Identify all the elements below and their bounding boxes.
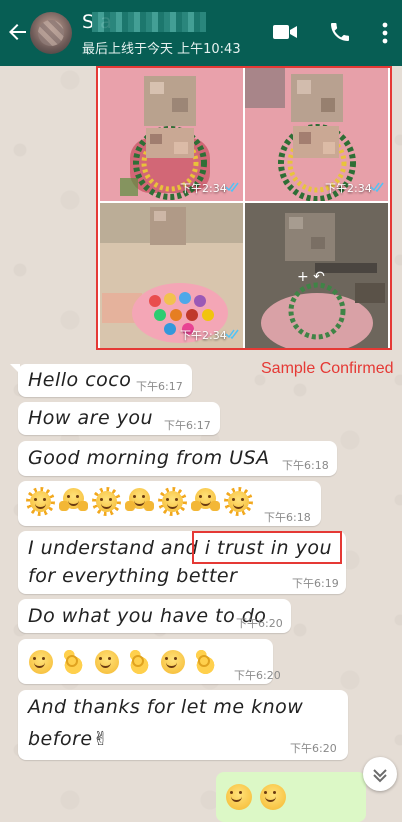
emoji-row [26,487,253,516]
photo-4-image: + ↶ [245,203,388,348]
message-time: 下午6:19 [292,577,339,590]
sun-with-face-icon [92,487,121,516]
message-time: 下午6:17 [136,380,183,393]
highlight-box [192,531,342,564]
kissing-face-icon [258,782,287,811]
photo-3-time: 下午2:34 [180,329,227,342]
contact-name-redaction [92,12,206,32]
chat-header: S a 最后上线于今天 上午10:43 [0,0,402,66]
sun-with-face-icon [158,487,187,516]
message-bubble[interactable]: 下午6:18 [18,481,321,526]
ok-hand-icon [191,647,220,676]
message-text: How are you [28,407,154,429]
message-bubble[interactable]: 下午6:20 [18,639,281,684]
smiling-face-icon [92,647,121,676]
photo-2[interactable]: 下午2:34 [245,68,388,201]
photo-grid-message[interactable]: 下午2:34 下午2:34 下午2:34 + ↶ [96,66,392,350]
emoji-row [26,647,220,676]
message-time: 下午6:20 [234,669,281,682]
sample-confirmed-annotation: Sample Confirmed [261,360,394,377]
outgoing-message-bubble[interactable] [216,772,366,822]
photo-1-time: 下午2:34 [180,182,227,195]
message-time: 下午6:20 [236,617,283,630]
message-text: Do what you have to do [28,605,267,627]
blushing-face-icon [224,782,253,811]
message-bubble[interactable]: Hello coco 下午6:17 [10,364,192,397]
read-receipt-icon [225,329,239,339]
ok-hand-icon [59,647,88,676]
back-arrow-icon[interactable] [6,18,30,46]
message-time: 下午6:18 [282,459,329,472]
ok-hand-icon [125,647,154,676]
hugging-face-icon [191,487,220,516]
message-text-line-2: before✌ [28,728,109,750]
message-text: Hello coco [28,369,132,391]
read-receipt-icon [370,182,384,192]
message-time: 下午6:18 [264,511,311,524]
last-seen-status: 最后上线于今天 上午10:43 [82,42,241,57]
photo-4[interactable]: + ↶ [245,203,388,348]
photo-3[interactable]: 下午2:34 [100,203,243,348]
phone-call-icon[interactable] [328,20,352,44]
message-text-line-1: And thanks for let me know [28,696,304,718]
message-time: 下午6:20 [290,742,337,755]
video-call-icon[interactable] [272,22,298,42]
photo-1[interactable]: 下午2:34 [100,68,243,201]
sun-with-face-icon [26,487,55,516]
avatar[interactable] [30,12,72,54]
message-bubble[interactable]: Do what you have to do 下午6:20 [18,599,291,633]
hugging-face-icon [125,487,154,516]
more-vertical-icon[interactable] [381,22,389,44]
hugging-face-icon [59,487,88,516]
chevron-down-icon [373,769,387,783]
photo-2-time: 下午2:34 [325,182,372,195]
message-text-line-2: for everything better [28,565,238,587]
sun-with-face-icon [224,487,253,516]
message-bubble[interactable]: And thanks for let me know before✌ 下午6:2… [18,690,348,760]
read-receipt-icon [225,182,239,192]
message-bubble[interactable]: Good morning from USA 下午6:18 [18,441,337,476]
svg-text:+ ↶: + ↶ [297,269,325,285]
message-time: 下午6:17 [164,419,211,432]
message-text: Good morning from USA [28,447,270,469]
smiling-face-icon [26,647,55,676]
scroll-to-bottom-button[interactable] [363,757,397,791]
message-bubble[interactable]: How are you 下午6:17 [18,402,220,435]
smiling-face-icon [158,647,187,676]
